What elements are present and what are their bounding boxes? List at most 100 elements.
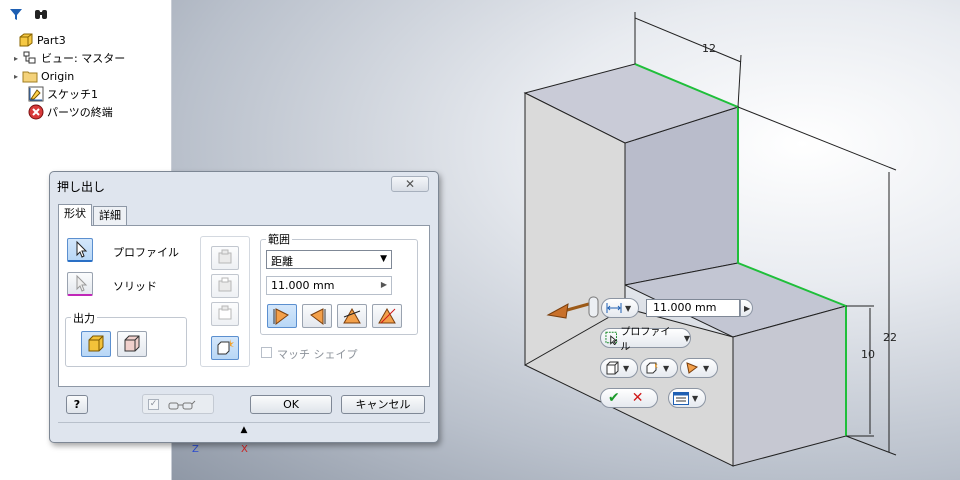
mini-profile-label: プロファイル bbox=[620, 327, 671, 353]
tree-expander[interactable]: ▸ bbox=[10, 72, 22, 81]
mini-distance-input[interactable]: 11.000 mm bbox=[646, 299, 740, 317]
chevron-right-icon[interactable]: ▶ bbox=[381, 280, 387, 289]
tree-item-sketch1[interactable]: スケッチ1 bbox=[16, 85, 98, 103]
tree-item-origin[interactable]: ▸ Origin bbox=[10, 67, 74, 85]
dialog-footer: ? ✓ OK キャンセル bbox=[58, 392, 430, 418]
preview-toggle[interactable]: ✓ bbox=[142, 394, 214, 414]
chevron-down-icon: ▼ bbox=[380, 254, 387, 264]
direction-flipped-button[interactable] bbox=[302, 304, 332, 328]
glasses-icon bbox=[168, 400, 196, 410]
extents-type-value: 距離 bbox=[271, 255, 293, 268]
distance-value: 11.000 mm bbox=[271, 279, 335, 292]
solid-output-icon bbox=[606, 361, 619, 375]
dimension-12-label: 12 bbox=[702, 42, 716, 55]
tree-item-view-master[interactable]: ▸ ビュー: マスター bbox=[10, 49, 125, 67]
chevron-down-icon: ▼ bbox=[625, 303, 632, 313]
direction-asymmetric-icon bbox=[378, 307, 396, 324]
shape-tab-panel: プロファイル ソリッド 出力 範囲 距離 ▼ 11.000 mm ▶ マッチ シ… bbox=[58, 225, 430, 387]
extents-type-select[interactable]: 距離 ▼ bbox=[266, 250, 392, 269]
tree-item-label: パーツの終端 bbox=[47, 106, 113, 119]
tab-more[interactable]: 詳細 bbox=[93, 206, 127, 226]
operation-cut-button[interactable] bbox=[211, 274, 239, 298]
mini-direction-dropdown[interactable]: ▼ bbox=[680, 358, 718, 378]
tree-item-part[interactable]: Part3 bbox=[6, 31, 66, 49]
solid-label: ソリッド bbox=[113, 280, 157, 293]
operation-join-button[interactable] bbox=[211, 246, 239, 270]
chevron-down-icon: ▼ bbox=[703, 363, 710, 373]
tree-item-label: Part3 bbox=[37, 33, 66, 47]
dimension-10[interactable] bbox=[846, 305, 874, 437]
new-solid-icon bbox=[217, 339, 234, 355]
match-shape-checkbox[interactable] bbox=[261, 347, 272, 358]
close-button[interactable]: ✕ bbox=[391, 176, 429, 192]
direction-symmetric-button[interactable] bbox=[337, 304, 367, 328]
operation-intersect-button[interactable] bbox=[211, 302, 239, 326]
dimension-10-label: 10 bbox=[861, 348, 875, 361]
chevron-down-icon: ▼ bbox=[692, 393, 699, 403]
extrude-dialog: 押し出し ✕ 形状 詳細 プロファイル ソリッド 出力 範囲 距離 ▼ 11.0… bbox=[49, 171, 439, 443]
find-icon[interactable] bbox=[34, 7, 48, 21]
ok-check-icon[interactable]: ✔ bbox=[608, 390, 620, 406]
cancel-x-icon[interactable]: ✕ bbox=[632, 390, 644, 406]
mini-confirm-group: ✔ ✕ bbox=[600, 388, 658, 408]
help-button[interactable]: ? bbox=[66, 395, 88, 414]
chevron-right-icon: ▶ bbox=[744, 303, 751, 313]
match-shape-label: マッチ シェイプ bbox=[277, 348, 358, 361]
intersect-icon bbox=[218, 305, 232, 320]
operation-new-solid-button[interactable] bbox=[211, 336, 239, 360]
mini-output-dropdown[interactable]: ▼ bbox=[600, 358, 638, 378]
distance-input[interactable]: 11.000 mm ▶ bbox=[266, 276, 392, 295]
tab-shape[interactable]: 形状 bbox=[58, 204, 92, 226]
options-list-icon bbox=[673, 391, 689, 405]
axis-triad-icon: Z X bbox=[192, 444, 248, 455]
extents-group-label: 範囲 bbox=[266, 231, 292, 247]
triad-x-label: X bbox=[241, 444, 248, 455]
cancel-button[interactable]: キャンセル bbox=[341, 395, 425, 414]
end-of-part-icon bbox=[28, 104, 44, 120]
mini-extents-dropdown[interactable]: ▼ bbox=[601, 298, 639, 318]
tree-expander[interactable]: ▸ bbox=[10, 54, 22, 63]
folder-icon bbox=[22, 71, 38, 83]
direction-default-icon bbox=[273, 308, 289, 325]
new-solid-icon bbox=[646, 362, 658, 374]
cut-icon bbox=[218, 277, 232, 292]
chevron-down-icon: ▼ bbox=[683, 333, 690, 343]
expand-arrow-icon[interactable]: ▲ bbox=[58, 422, 430, 437]
cursor-arrow-disabled-icon bbox=[76, 274, 88, 292]
tree-item-label: Origin bbox=[41, 69, 75, 83]
view-icon bbox=[23, 51, 36, 64]
mini-operation-dropdown[interactable]: ▼ bbox=[640, 358, 678, 378]
solid-selector-button[interactable] bbox=[67, 272, 93, 296]
dimension-22-label: 22 bbox=[883, 331, 897, 344]
direction-symmetric-icon bbox=[343, 307, 361, 324]
chevron-down-icon: ▼ bbox=[663, 363, 670, 373]
tree-item-end-of-part[interactable]: パーツの終端 bbox=[16, 103, 113, 121]
dialog-title: 押し出し bbox=[57, 180, 106, 194]
ok-button[interactable]: OK bbox=[250, 395, 332, 414]
direction-default-button[interactable] bbox=[267, 304, 297, 328]
tree-item-label: スケッチ1 bbox=[47, 88, 98, 101]
filter-icon[interactable] bbox=[9, 7, 23, 21]
output-surface-button[interactable] bbox=[117, 331, 147, 357]
direction-flipped-icon bbox=[310, 308, 326, 325]
sketch-icon bbox=[28, 86, 44, 102]
preview-checkbox[interactable]: ✓ bbox=[148, 399, 159, 410]
tree-item-label: ビュー: マスター bbox=[41, 52, 126, 65]
mini-profile-button[interactable]: プロファイル ▼ bbox=[600, 327, 691, 353]
mini-options-dropdown[interactable]: ▼ bbox=[668, 388, 706, 408]
distance-direction-icon bbox=[606, 303, 622, 313]
profile-select-icon bbox=[605, 331, 618, 345]
surface-body-icon bbox=[124, 335, 140, 352]
output-group-label: 出力 bbox=[71, 310, 97, 326]
triad-z-label: Z bbox=[192, 444, 199, 455]
output-solid-button[interactable] bbox=[81, 331, 111, 357]
profile-selector-button[interactable] bbox=[67, 238, 93, 262]
join-icon bbox=[218, 249, 232, 264]
profile-label: プロファイル bbox=[113, 246, 179, 259]
part-icon bbox=[19, 33, 33, 47]
cursor-arrow-icon bbox=[76, 240, 88, 258]
direction-icon bbox=[686, 362, 699, 374]
browser-toolbar bbox=[0, 0, 172, 28]
direction-asymmetric-button[interactable] bbox=[372, 304, 402, 328]
solid-body-icon bbox=[88, 335, 104, 352]
